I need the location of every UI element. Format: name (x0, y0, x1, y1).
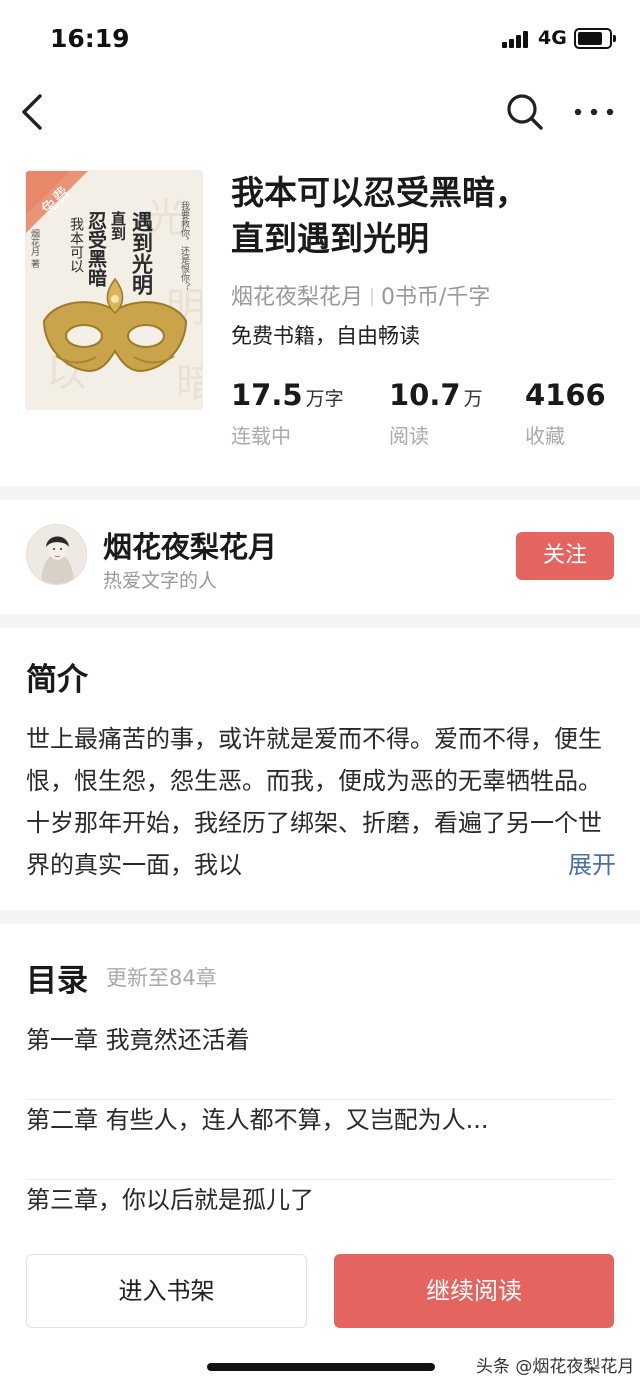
watermark: 头条 @烟花夜梨花月 (476, 1357, 635, 1377)
cover-title-1: 遇到光明 (130, 211, 155, 296)
author-bio: 热爱文字的人 (103, 570, 218, 592)
book-price: 0书币/千字 (381, 285, 491, 310)
more-button[interactable] (572, 92, 616, 132)
network-type: 4G (538, 27, 567, 49)
svg-text:暗: 暗 (176, 360, 203, 406)
section-divider (0, 486, 640, 500)
follow-button[interactable]: 关注 (516, 532, 614, 580)
book-meta: 烟花夜梨花月 0书币/千字 (231, 279, 490, 311)
cover-tagline: 我要救你，还是恨你？ (179, 201, 190, 291)
cover-author: 烟花月 著 (29, 228, 40, 268)
avatar-illustration (27, 525, 86, 584)
toc-update-status[interactable]: 更新至84章 (106, 962, 217, 992)
status-bar: 16:19 4G (0, 0, 640, 78)
stat-favorites: 4166 收藏 (525, 378, 609, 449)
stat-label: 收藏 (525, 424, 565, 448)
cover-title-2: 直到 (109, 210, 127, 241)
search-icon (507, 94, 543, 130)
stat-reads: 10.7 万 阅读 (389, 378, 483, 449)
stat-unit: 万 (463, 388, 483, 410)
stat-label: 阅读 (389, 424, 429, 448)
add-to-shelf-button[interactable]: 进入书架 (26, 1254, 307, 1328)
toc-heading: 目录 (26, 963, 88, 999)
stat-value: 10.7 (389, 378, 461, 412)
section-divider (0, 614, 640, 628)
stat-value: 17.5 (231, 378, 303, 412)
stat-label: 连载中 (231, 424, 291, 448)
stat-unit: 万字 (305, 388, 344, 410)
author-name[interactable]: 烟花夜梨花月 (103, 524, 277, 566)
free-text: 免费书籍，自由畅读 (231, 324, 420, 348)
back-button[interactable] (16, 92, 56, 132)
status-time: 16:19 (50, 24, 130, 53)
book-title-line-1: 我本可以忍受黑暗， (231, 173, 528, 212)
expand-button[interactable]: 展开 (526, 844, 616, 886)
meta-divider (371, 288, 374, 306)
cover-title-4: 我本可以 (68, 217, 84, 273)
chapter-item[interactable]: 第二章 有些人，连人都不算，又岂配为人... (26, 1100, 614, 1180)
stat-word-count: 17.5 万字 连载中 (231, 378, 344, 449)
signal-icon (502, 30, 532, 48)
battery-icon (574, 28, 616, 49)
stat-value: 4166 (525, 378, 606, 412)
cover-title-3: 忍受黑暗 (85, 211, 107, 288)
book-detail-page: 16:19 4G 光 明 以 遇到光明 直到 忍受黑暗 我本可以 我要救你，还是… (0, 0, 640, 1386)
search-button[interactable] (505, 92, 545, 132)
nav-bar (0, 78, 640, 148)
home-indicator[interactable] (207, 1363, 435, 1371)
more-icon (574, 108, 614, 116)
intro-heading: 简介 (26, 662, 88, 698)
book-cover[interactable]: 光明以暗 遇到光明 直到 忍受黑暗 我本可以 我要救你，还是恨你？ 烟花月 著 (25, 170, 203, 410)
chapter-item[interactable]: 第一章 我竟然还活着 (26, 1020, 614, 1100)
section-divider (0, 910, 640, 924)
book-title-line-2: 直到遇到光明 (231, 219, 429, 258)
continue-reading-button[interactable]: 继续阅读 (334, 1254, 614, 1328)
avatar[interactable] (26, 524, 87, 585)
chapter-item[interactable]: 第三章，你以后就是孤儿了 (26, 1180, 614, 1260)
book-title: 我本可以忍受黑暗， 直到遇到光明 (231, 170, 621, 262)
book-cover-art: 光明以暗 遇到光明 直到 忍受黑暗 我本可以 我要救你，还是恨你？ 烟花月 著 (26, 171, 203, 409)
book-author-link[interactable]: 烟花夜梨花月 (231, 285, 363, 310)
chevron-left-icon (22, 94, 42, 130)
